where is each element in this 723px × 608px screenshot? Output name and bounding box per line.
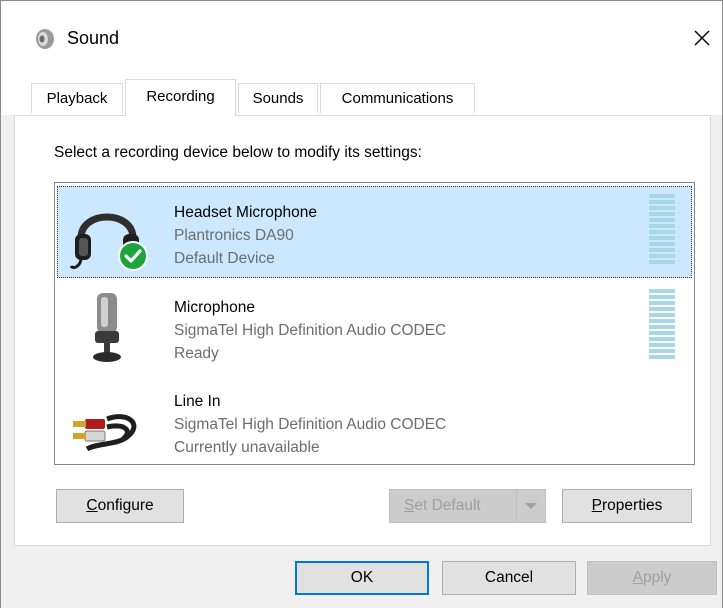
checkmark-icon <box>118 241 148 271</box>
window-title: Sound <box>67 28 120 48</box>
configure-mnemonic: C <box>86 497 98 514</box>
device-microphone[interactable]: Microphone SigmaTel High Definition Audi… <box>57 281 692 373</box>
instruction-text: Select a recording device below to modif… <box>54 144 422 161</box>
properties-label-rest: roperties <box>602 497 663 514</box>
close-icon[interactable] <box>687 23 717 53</box>
title-bar: Sound <box>1 1 722 81</box>
microphone-icon <box>93 293 121 362</box>
set-default-label: Set Default <box>404 497 481 514</box>
tab-playback[interactable]: Playback <box>31 83 123 113</box>
level-meter <box>649 289 675 359</box>
device-status: Ready <box>174 345 219 362</box>
properties-mnemonic: P <box>591 497 603 514</box>
tab-sounds[interactable]: Sounds <box>238 83 318 113</box>
device-status: Default Device <box>174 250 275 267</box>
apply-button[interactable]: Apply <box>587 561 717 595</box>
device-driver: Plantronics DA90 <box>174 227 294 244</box>
device-driver: SigmaTel High Definition Audio CODEC <box>174 416 447 433</box>
set-default-dropdown[interactable] <box>516 490 545 522</box>
tab-communications[interactable]: Communications <box>320 83 475 113</box>
device-name: Headset Microphone <box>174 204 318 221</box>
configure-button[interactable]: Configure <box>56 489 184 523</box>
device-driver: SigmaTel High Definition Audio CODEC <box>174 322 447 339</box>
sound-dialog: Sound Playback Recording Sounds Communic… <box>0 0 723 608</box>
recording-device-list[interactable]: Headset Microphone Plantronics DA90 Defa… <box>54 182 695 465</box>
level-meter <box>649 194 675 264</box>
device-name: Microphone <box>174 299 255 316</box>
ok-button[interactable]: OK <box>295 561 429 595</box>
speaker-icon <box>36 29 54 49</box>
apply-label-rest: pply <box>642 569 672 586</box>
device-line-in[interactable]: Line In SigmaTel High Definition Audio C… <box>57 375 692 467</box>
chevron-down-icon <box>525 503 537 509</box>
configure-label-rest: onfigure <box>97 497 154 514</box>
apply-mnemonic: A <box>632 569 643 586</box>
properties-button[interactable]: Properties <box>562 489 692 523</box>
tab-recording[interactable]: Recording <box>125 79 236 116</box>
device-headset-microphone[interactable]: Headset Microphone Plantronics DA90 Defa… <box>57 186 692 278</box>
cancel-button[interactable]: Cancel <box>442 561 576 595</box>
set-default-button[interactable]: Set Default <box>389 489 546 523</box>
device-name: Line In <box>174 393 221 410</box>
device-status: Currently unavailable <box>174 439 320 456</box>
audio-cable-icon <box>73 414 137 452</box>
